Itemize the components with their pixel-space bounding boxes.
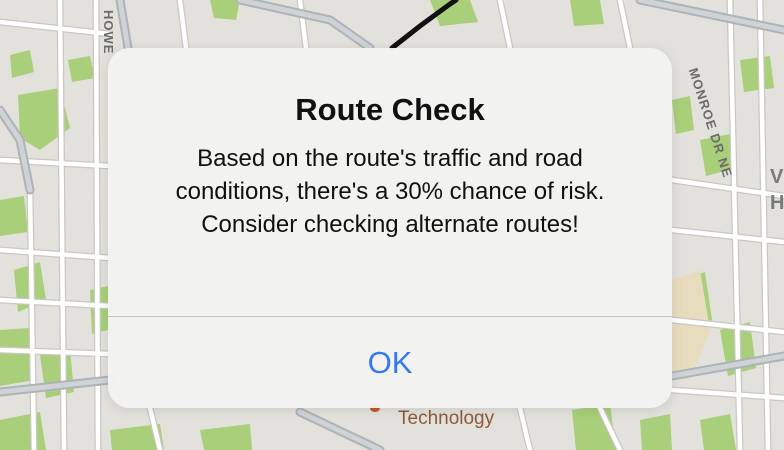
edge-map-letter-h: H: [770, 192, 784, 214]
ok-button[interactable]: OK: [108, 317, 672, 408]
alert-message: Based on the route's traffic and road co…: [175, 145, 605, 238]
alert-title: Route Check: [295, 92, 485, 127]
route-check-alert: Route Check Based on the route's traffic…: [108, 48, 672, 408]
poi-label[interactable]: Technology: [398, 408, 494, 430]
map-screen: HOWE MONROE DR NE V H Technology Route C…: [0, 0, 784, 450]
edge-map-letter-v: V: [770, 166, 784, 188]
street-label-howell: HOWE: [101, 10, 116, 55]
